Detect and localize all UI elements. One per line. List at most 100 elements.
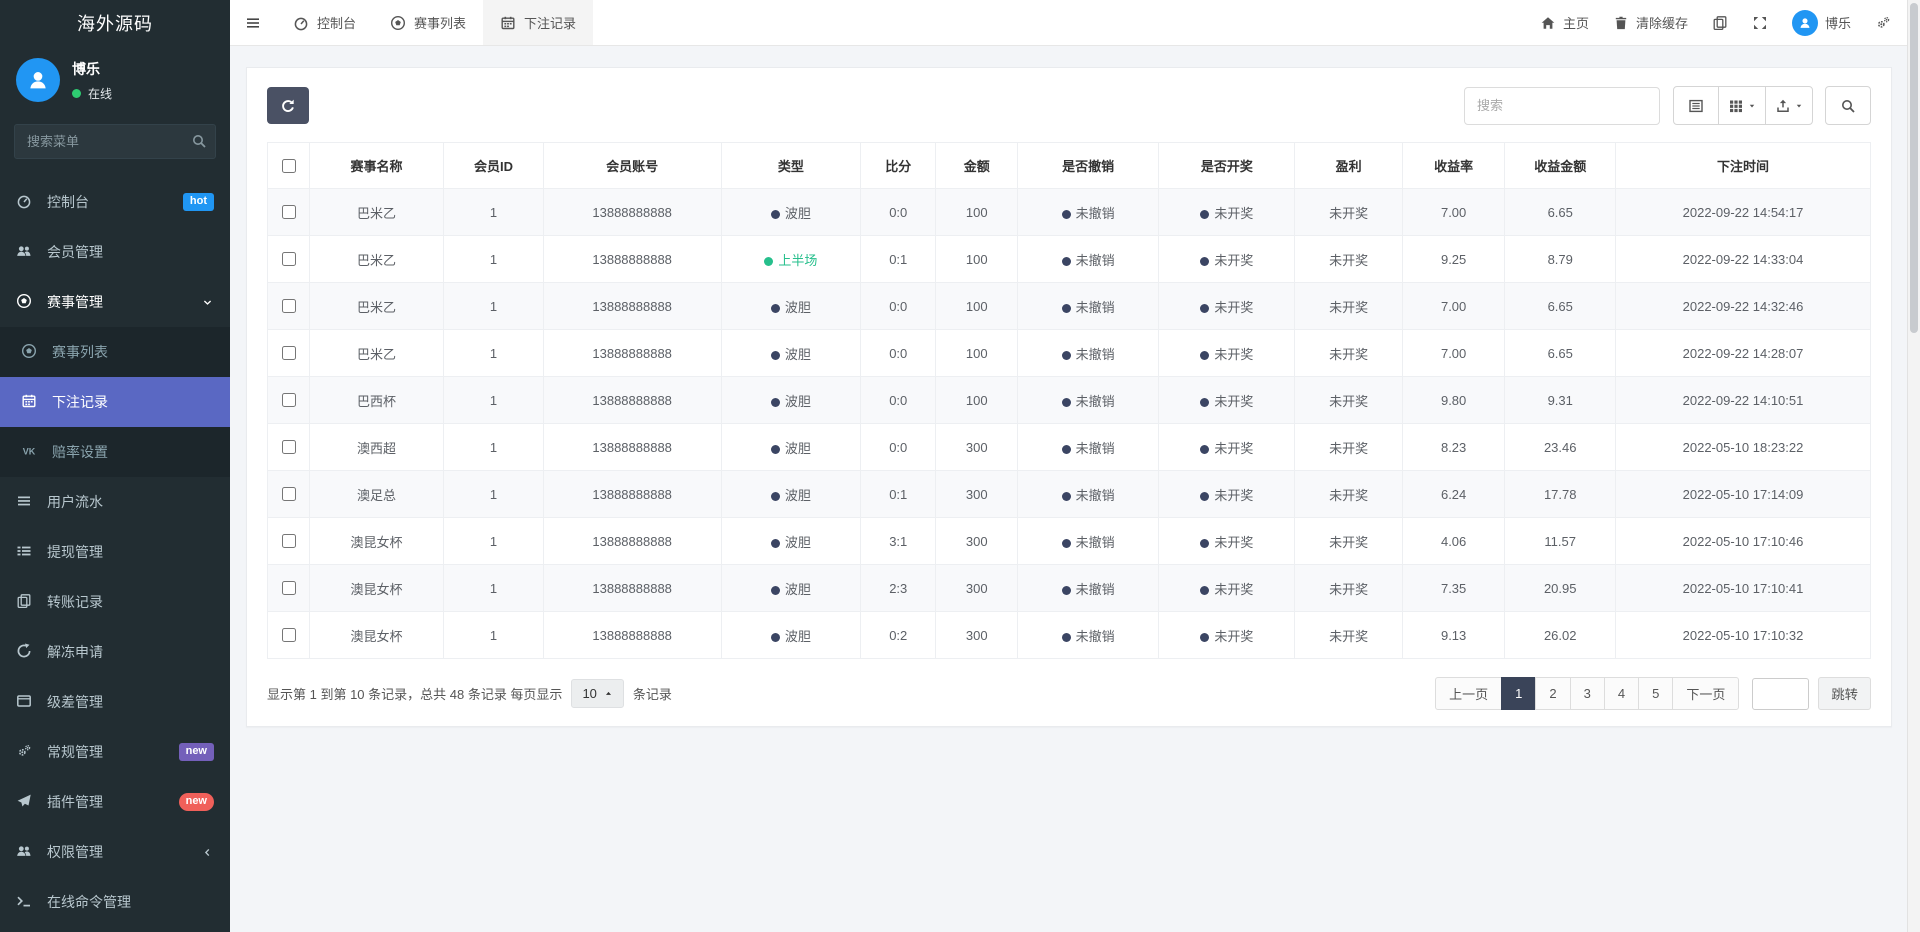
export-icon bbox=[1775, 98, 1791, 114]
row-checkbox[interactable] bbox=[282, 299, 296, 313]
column-header[interactable]: 收益金额 bbox=[1505, 143, 1616, 189]
row-checkbox[interactable] bbox=[282, 346, 296, 360]
sidebar-item[interactable]: 级差管理 bbox=[0, 677, 230, 727]
member-id-cell: 1 bbox=[444, 518, 543, 565]
drawn-label: 未开奖 bbox=[1214, 253, 1253, 268]
columns-button[interactable] bbox=[1718, 86, 1766, 125]
nav-tab[interactable]: 下注记录 bbox=[483, 0, 593, 45]
column-header[interactable]: 是否撤销 bbox=[1018, 143, 1159, 189]
export-button[interactable] bbox=[1765, 86, 1813, 125]
row-checkbox[interactable] bbox=[282, 534, 296, 548]
column-header[interactable]: 类型 bbox=[721, 143, 860, 189]
person-icon bbox=[26, 68, 50, 92]
sidebar-menu: 控制台hot 会员管理赛事管理赛事列表下注记录VK赔率设置用户流水提现管理转账记录… bbox=[0, 177, 230, 932]
next-page-button[interactable]: 下一页 bbox=[1672, 677, 1739, 710]
fullscreen-button[interactable] bbox=[1752, 15, 1768, 31]
rate-cell: 7.35 bbox=[1402, 565, 1505, 612]
user-menu[interactable]: 博乐 bbox=[1792, 10, 1851, 36]
drawn-cell: 未开奖 bbox=[1159, 518, 1295, 565]
score-cell: 0:0 bbox=[861, 424, 936, 471]
column-header[interactable]: 赛事名称 bbox=[309, 143, 444, 189]
table-footer: 显示第 1 到第 10 条记录，总共 48 条记录 每页显示 10 条记录 上一… bbox=[267, 677, 1871, 710]
avatar[interactable] bbox=[16, 58, 60, 102]
column-header[interactable]: 比分 bbox=[861, 143, 936, 189]
type-cell: 波胆 bbox=[721, 471, 860, 518]
column-header[interactable]: 是否开奖 bbox=[1159, 143, 1295, 189]
pagination-page[interactable]: 4 bbox=[1604, 677, 1639, 710]
table-row[interactable]: 澳昆女杯113888888888波胆3:1300未撤销未开奖未开奖4.0611.… bbox=[268, 518, 1871, 565]
pagination-page[interactable]: 1 bbox=[1501, 677, 1536, 710]
column-header[interactable]: 下注时间 bbox=[1616, 143, 1871, 189]
scrollbar-thumb[interactable] bbox=[1910, 3, 1918, 333]
pagination-page[interactable]: 2 bbox=[1535, 677, 1570, 710]
showing-text: 显示第 1 到第 10 条记录，总共 48 条记录 每页显示 bbox=[267, 684, 562, 703]
member-id-cell: 1 bbox=[444, 424, 543, 471]
sidebar-item[interactable]: 权限管理 bbox=[0, 827, 230, 877]
nav-tab[interactable]: 赛事列表 bbox=[373, 0, 483, 45]
sidebar-item[interactable]: 常规管理new bbox=[0, 727, 230, 777]
pagination-page[interactable]: 3 bbox=[1570, 677, 1605, 710]
sidebar-subitem[interactable]: VK赔率设置 bbox=[0, 427, 230, 477]
sidebar-item[interactable]: 控制台hot bbox=[0, 177, 230, 227]
table-row[interactable]: 巴米乙113888888888波胆0:0100未撤销未开奖未开奖7.006.65… bbox=[268, 189, 1871, 236]
drawn-cell: 未开奖 bbox=[1159, 330, 1295, 377]
settings-button[interactable] bbox=[1875, 15, 1891, 31]
table-search-input[interactable] bbox=[1464, 87, 1660, 125]
table-row[interactable]: 澳西超113888888888波胆0:0300未撤销未开奖未开奖8.2323.4… bbox=[268, 424, 1871, 471]
sidebar-item[interactable]: 用户流水 bbox=[0, 477, 230, 527]
nav-tab[interactable]: 控制台 bbox=[276, 0, 373, 45]
sidebar-item[interactable]: 插件管理new bbox=[0, 777, 230, 827]
select-all-checkbox[interactable] bbox=[282, 159, 296, 173]
page-size-dropdown[interactable]: 10 bbox=[571, 679, 623, 708]
sidebar-item-label: 常规管理 bbox=[47, 742, 103, 762]
caret-up-icon bbox=[604, 689, 613, 698]
column-header[interactable]: 金额 bbox=[936, 143, 1018, 189]
advanced-search-button[interactable] bbox=[1825, 86, 1871, 125]
scrollbar[interactable] bbox=[1907, 0, 1920, 932]
table-row[interactable]: 巴米乙113888888888波胆0:0100未撤销未开奖未开奖7.006.65… bbox=[268, 330, 1871, 377]
column-header[interactable]: 收益率 bbox=[1402, 143, 1505, 189]
sidebar-search-input[interactable] bbox=[14, 124, 216, 159]
sidebar-subitem[interactable]: 赛事列表 bbox=[0, 327, 230, 377]
sidebar-item-label: 在线命令管理 bbox=[47, 892, 131, 912]
row-checkbox[interactable] bbox=[282, 628, 296, 642]
clear-cache-button[interactable]: 清除缓存 bbox=[1613, 13, 1688, 32]
copy-page-button[interactable] bbox=[1712, 15, 1728, 31]
home-link[interactable]: 主页 bbox=[1540, 13, 1589, 32]
member-id-cell: 1 bbox=[444, 612, 543, 659]
detail-view-button[interactable] bbox=[1673, 86, 1719, 125]
column-header[interactable]: 会员ID bbox=[444, 143, 543, 189]
sidebar-item[interactable]: 赛事管理 bbox=[0, 277, 230, 327]
row-checkbox[interactable] bbox=[282, 487, 296, 501]
table-row[interactable]: 澳足总113888888888波胆0:1300未撤销未开奖未开奖6.2417.7… bbox=[268, 471, 1871, 518]
jump-page-input[interactable] bbox=[1752, 678, 1809, 710]
table-row[interactable]: 巴米乙113888888888上半场0:1100未撤销未开奖未开奖9.258.7… bbox=[268, 236, 1871, 283]
column-header[interactable]: 会员账号 bbox=[543, 143, 721, 189]
jump-button[interactable]: 跳转 bbox=[1818, 677, 1871, 710]
pagination-page[interactable]: 5 bbox=[1638, 677, 1673, 710]
sidebar-item[interactable]: 转账记录 bbox=[0, 577, 230, 627]
sidebar-item[interactable]: 解冻申请 bbox=[0, 627, 230, 677]
table-row[interactable]: 澳昆女杯113888888888波胆2:3300未撤销未开奖未开奖7.3520.… bbox=[268, 565, 1871, 612]
revoked-cell: 未撤销 bbox=[1018, 565, 1159, 612]
row-checkbox[interactable] bbox=[282, 440, 296, 454]
sidebar-item-label: 会员管理 bbox=[47, 242, 103, 262]
row-checkbox[interactable] bbox=[282, 252, 296, 266]
table-row[interactable]: 澳昆女杯113888888888波胆0:2300未撤销未开奖未开奖9.1326.… bbox=[268, 612, 1871, 659]
sidebar-toggle-button[interactable] bbox=[230, 0, 276, 45]
sidebar-item[interactable]: 会员管理 bbox=[0, 227, 230, 277]
sidebar-item[interactable]: 在线命令管理 bbox=[0, 877, 230, 927]
sidebar-subitem[interactable]: 下注记录 bbox=[0, 377, 230, 427]
status-dot bbox=[1062, 351, 1071, 360]
row-checkbox[interactable] bbox=[282, 205, 296, 219]
column-header[interactable]: 盈利 bbox=[1295, 143, 1402, 189]
row-checkbox[interactable] bbox=[282, 581, 296, 595]
table-row[interactable]: 巴米乙113888888888波胆0:0100未撤销未开奖未开奖7.006.65… bbox=[268, 283, 1871, 330]
prev-page-button[interactable]: 上一页 bbox=[1435, 677, 1502, 710]
refresh-button[interactable] bbox=[267, 87, 309, 124]
sidebar-item[interactable]: 提现管理 bbox=[0, 527, 230, 577]
terminal-icon bbox=[16, 893, 32, 909]
hamburger-icon bbox=[245, 15, 261, 31]
row-checkbox[interactable] bbox=[282, 393, 296, 407]
table-row[interactable]: 巴西杯113888888888波胆0:0100未撤销未开奖未开奖9.809.31… bbox=[268, 377, 1871, 424]
